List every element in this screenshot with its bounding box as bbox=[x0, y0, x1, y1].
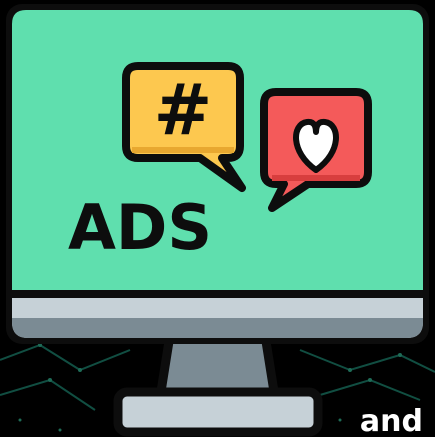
stand-base bbox=[113, 387, 323, 437]
ads-monitor-illustration: # ADS and bbox=[0, 0, 435, 437]
hashtag-symbol: # bbox=[154, 69, 213, 151]
monitor-chin-shadow bbox=[12, 318, 423, 338]
brand-word: and bbox=[359, 404, 423, 437]
screen-ads-text: ADS bbox=[68, 191, 212, 264]
monitor-icon: # ADS bbox=[0, 4, 435, 437]
